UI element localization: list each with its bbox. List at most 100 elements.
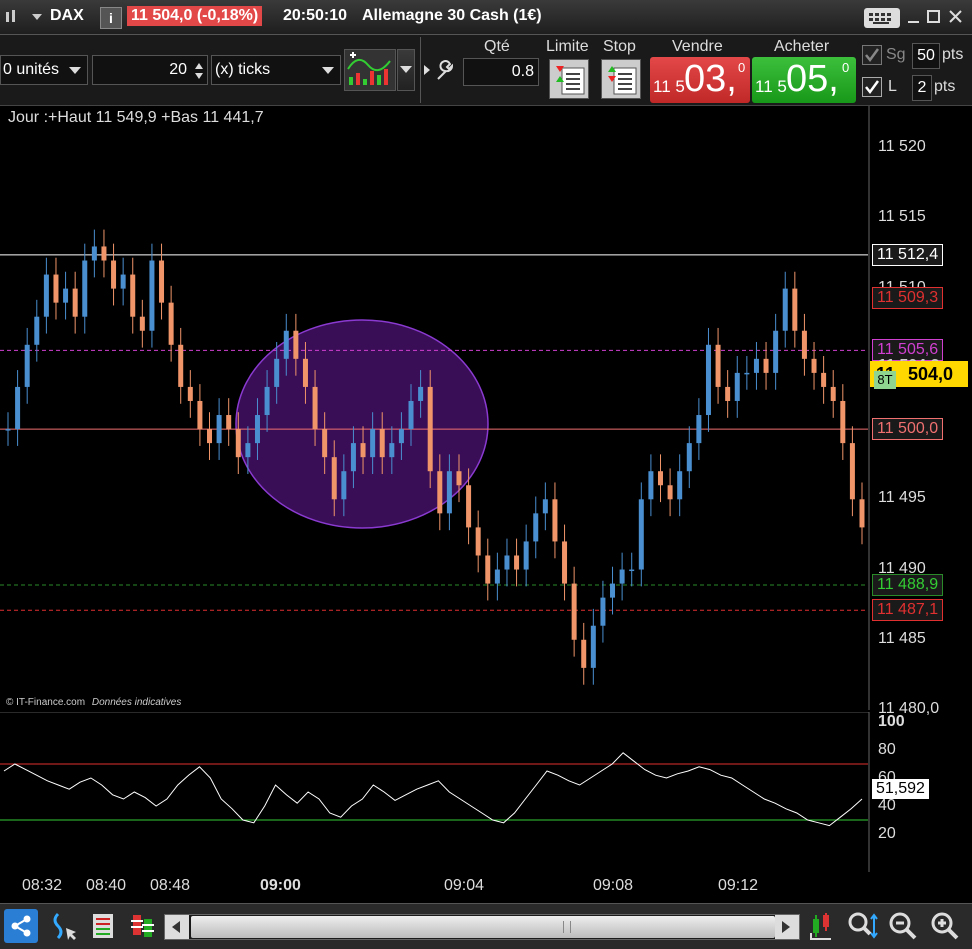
time-tick-label: 08:48 bbox=[150, 877, 191, 894]
minimize-icon[interactable] bbox=[906, 8, 922, 26]
candle-body bbox=[254, 415, 260, 444]
zoom-out-icon[interactable] bbox=[886, 909, 920, 943]
ticks-unit-select[interactable]: (x) ticks bbox=[211, 55, 341, 85]
indicator-icon[interactable] bbox=[126, 909, 160, 943]
symbol-name[interactable]: DAX bbox=[50, 7, 84, 25]
rsi-panel[interactable]: 100 80 60 40 20 51,592 bbox=[0, 712, 972, 872]
candle-body bbox=[53, 274, 59, 303]
current-price-value: 504,0 bbox=[908, 363, 954, 384]
buy-button[interactable]: 11 5 05, 0 bbox=[752, 57, 856, 103]
ticks-count-stepper[interactable]: 20 bbox=[92, 55, 208, 85]
candle-body bbox=[475, 527, 481, 556]
candle-body bbox=[657, 471, 663, 486]
sell-price-big: 03, bbox=[684, 58, 737, 100]
candle-body bbox=[235, 429, 241, 458]
chart-type-icon[interactable] bbox=[4, 8, 18, 26]
candle-body bbox=[610, 583, 616, 598]
level-label: 11 488,9 bbox=[872, 573, 944, 596]
rsi-tick-label: 40 bbox=[878, 797, 896, 814]
candle-body bbox=[398, 429, 404, 444]
l-value-input[interactable]: 2 bbox=[912, 75, 932, 101]
candle-body bbox=[418, 386, 424, 401]
candle-body bbox=[216, 415, 222, 444]
sg-value: 50 bbox=[917, 47, 935, 64]
watermark: © IT-Finance.com Données indicatives bbox=[6, 697, 181, 708]
sg-checkbox[interactable] bbox=[862, 45, 882, 65]
strategy-icon[interactable] bbox=[344, 49, 396, 91]
candle-body bbox=[705, 344, 711, 416]
info-icon[interactable]: i bbox=[100, 7, 122, 29]
time-tick-label: 08:40 bbox=[86, 877, 127, 894]
candle-body bbox=[782, 288, 788, 331]
zoom-in-icon[interactable] bbox=[928, 909, 962, 943]
collapse-arrow-icon[interactable] bbox=[424, 65, 430, 75]
candle-body bbox=[120, 274, 126, 289]
candle-body bbox=[24, 344, 30, 387]
l-unit: pts bbox=[934, 78, 956, 95]
price-tick-label: 11 485 bbox=[878, 629, 926, 647]
rsi-axis: 100 80 60 40 20 51,592 bbox=[870, 712, 972, 872]
title-bar: DAX i 11 504,0 (-0,18%) 20:50:10 Allemag… bbox=[0, 0, 972, 35]
level-label: 11 512,4 bbox=[872, 243, 944, 266]
price-change-badge: 11 504,0 (-0,18%) bbox=[127, 6, 263, 26]
chevron-down-icon[interactable] bbox=[32, 12, 44, 22]
level-label: 11 487,1 bbox=[872, 599, 944, 622]
scroll-right-icon[interactable] bbox=[775, 915, 799, 939]
strategy-dropdown[interactable] bbox=[397, 49, 415, 91]
candle-style-icon[interactable] bbox=[806, 909, 836, 943]
l-checkbox[interactable] bbox=[862, 77, 882, 97]
candle-body bbox=[542, 499, 548, 514]
sg-label: Sg bbox=[886, 46, 906, 63]
candle-body bbox=[34, 316, 40, 345]
limit-order-button[interactable] bbox=[549, 59, 589, 99]
cursor-icon[interactable] bbox=[46, 909, 82, 943]
buy-label: Acheter bbox=[774, 38, 830, 55]
price-axis[interactable]: 11 52011 51511 51011 49511 49011 48511 4… bbox=[870, 106, 972, 717]
stepper-arrows-icon[interactable] bbox=[194, 61, 204, 81]
qty-input[interactable]: 0.8 bbox=[463, 58, 539, 86]
candle-body bbox=[830, 386, 836, 401]
candle-body bbox=[360, 443, 366, 458]
instrument-name: Allemagne 30 Cash (1€) bbox=[362, 7, 542, 24]
countdown-badge: 8T bbox=[874, 370, 896, 389]
maximize-icon[interactable] bbox=[926, 8, 942, 26]
price-chart[interactable]: Jour :+Haut 11 549,9 +Bas 11 441,7 © IT-… bbox=[0, 106, 972, 717]
candle-body bbox=[715, 344, 721, 387]
wrench-icon[interactable] bbox=[432, 57, 458, 83]
rsi-tick-label: 20 bbox=[878, 825, 896, 842]
candle-body bbox=[101, 246, 107, 261]
candle-body bbox=[629, 569, 635, 572]
buy-price-small: 11 5 bbox=[755, 77, 787, 96]
sell-price-sup: 0 bbox=[738, 60, 746, 75]
scroll-thumb[interactable] bbox=[191, 916, 775, 938]
sell-button[interactable]: 11 5 03, 0 bbox=[650, 57, 750, 103]
candle-body bbox=[5, 429, 11, 431]
candle-body bbox=[283, 330, 289, 359]
candle-body bbox=[389, 443, 395, 458]
buy-price-big: 05, bbox=[786, 58, 839, 100]
drawing-tools-icon[interactable] bbox=[88, 909, 118, 943]
sg-value-input[interactable]: 50 bbox=[912, 43, 940, 69]
price-tick-label: 11 515 bbox=[878, 208, 926, 226]
scroll-left-icon[interactable] bbox=[165, 915, 189, 939]
separator bbox=[420, 37, 421, 103]
close-icon[interactable] bbox=[948, 8, 964, 26]
candle-body bbox=[178, 344, 184, 387]
candle-body bbox=[63, 288, 69, 303]
scrollbar[interactable] bbox=[164, 914, 800, 940]
candle-body bbox=[677, 471, 683, 500]
time-tick-label: 09:08 bbox=[593, 877, 634, 894]
stop-order-button[interactable] bbox=[601, 59, 641, 99]
rsi-canvas[interactable] bbox=[0, 712, 972, 872]
zoom-fit-icon[interactable] bbox=[844, 909, 880, 943]
units-select[interactable]: 0 unités bbox=[0, 55, 88, 85]
candle-body bbox=[494, 569, 500, 584]
candle-body bbox=[15, 386, 21, 430]
price-chart-canvas[interactable] bbox=[0, 106, 972, 710]
candle-body bbox=[763, 358, 769, 373]
candle-body bbox=[590, 625, 596, 668]
keyboard-icon[interactable] bbox=[864, 8, 900, 28]
share-icon[interactable] bbox=[4, 909, 38, 943]
candle-body bbox=[667, 485, 673, 500]
candle-body bbox=[341, 471, 347, 500]
